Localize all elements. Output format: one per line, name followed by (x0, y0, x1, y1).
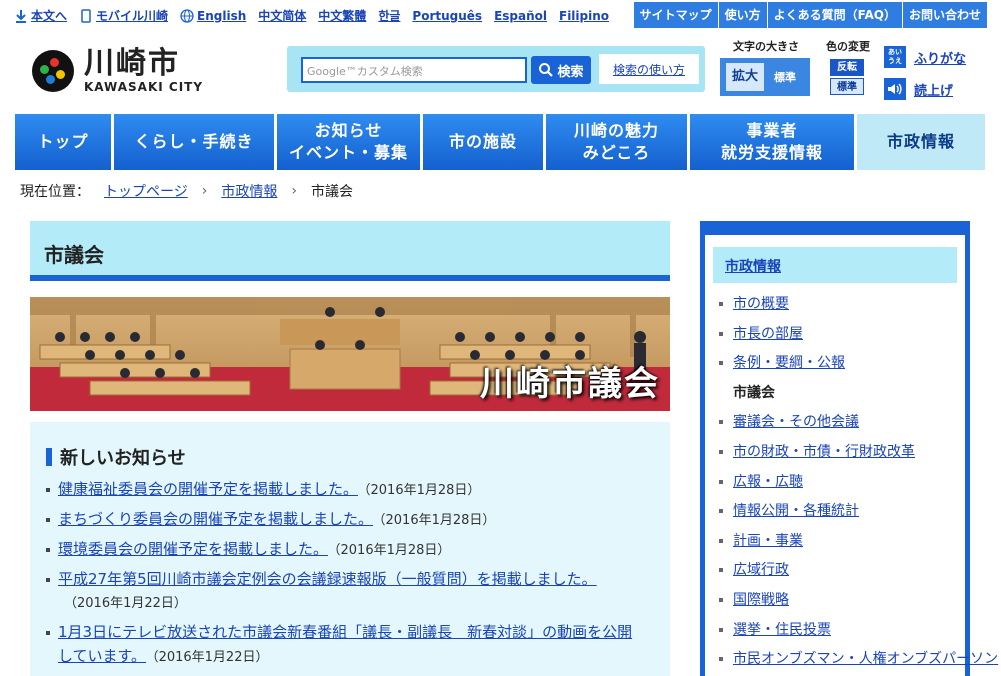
sidebar-item[interactable]: 市長の部屋 (717, 323, 965, 353)
text-size-label: 文字の大きさ (733, 40, 799, 53)
news-section: 新しいお知らせ 健康福祉委員会の開催予定を掲載しました。 （2016年1月28日）… (30, 422, 670, 676)
color-standard-button[interactable]: 標準 (830, 78, 864, 95)
sidebar-item-current: 市議会 (733, 384, 775, 401)
nav-attractions[interactable]: 川崎の魅力 みどころ (546, 114, 687, 170)
utility-bar: 本文へ モバイル川崎 English 中文简体 中文繁體 한글 Portuguê… (0, 0, 1001, 30)
sidebar-item[interactable]: 市民オンブズマン・人権オンブズパーソン (717, 648, 998, 676)
news-date: （2016年1月28日） (364, 483, 481, 498)
download-icon (16, 9, 26, 23)
breadcrumb-city-government[interactable]: 市政情報 (221, 181, 277, 201)
spanish-link[interactable]: Español (494, 7, 547, 24)
search-icon (539, 63, 554, 77)
howto-button[interactable]: 使い方 (717, 2, 767, 28)
page-title: 市議会 (30, 221, 670, 281)
site-logo[interactable]: 川崎市 KAWASAKI CITY (32, 48, 203, 94)
news-link[interactable]: 1月3日にテレビ放送された市議会新春番組「議長・副議長 新春対談」の動画を公開し… (58, 623, 632, 665)
sidebar-item[interactable]: 市の概要 (717, 293, 965, 323)
color-invert-button[interactable]: 反転 (830, 59, 864, 76)
city-emblem-icon (32, 50, 74, 92)
text-larger-button[interactable]: 拡大 (726, 63, 764, 91)
sidebar-item[interactable]: 選挙・住民投票 (717, 619, 965, 649)
news-date: （2016年1月28日） (379, 513, 496, 528)
nav-living[interactable]: くらし・手続き (114, 114, 274, 170)
sidebar-heading[interactable]: 市政情報 (713, 247, 957, 283)
speaker-icon (884, 78, 906, 100)
sidebar-item[interactable]: 広報・広聴 (717, 471, 965, 501)
sidebar-item[interactable]: 計画・事業 (717, 530, 965, 560)
news-item: 平成27年第5回川崎市議会定例会の会議録速報版（一般質問）を掲載しました。 （20… (46, 568, 636, 615)
search-button[interactable]: 検索 (531, 56, 591, 84)
utility-links: 本文へ モバイル川崎 English 中文简体 中文繁體 한글 Portuguê… (14, 7, 621, 24)
breadcrumb-home[interactable]: トップページ (104, 181, 188, 201)
news-heading: 新しいお知らせ (46, 444, 654, 470)
sidebar-item[interactable]: 審議会・その他会議 (717, 411, 965, 441)
nav-business[interactable]: 事業者 就労支援情報 (690, 114, 854, 170)
logo-japanese: 川崎市 (84, 46, 180, 81)
sidebar: 市政情報 市の概要 市長の部屋 条例・要綱・公報 市議会 審議会・その他会議 市… (700, 221, 998, 676)
mobile-icon (81, 8, 91, 23)
news-date: （2016年1月28日） (334, 543, 451, 558)
news-item: 環境委員会の開催予定を掲載しました。 （2016年1月28日） (46, 538, 654, 562)
text-size-control: 文字の大きさ 拡大 標準 (720, 38, 812, 96)
color-change-control: 色の変更 反転 標準 (820, 38, 876, 95)
nav-news-events[interactable]: お知らせ イベント・募集 (277, 114, 420, 170)
nav-city-government[interactable]: 市政情報 (857, 114, 985, 170)
chinese-simplified-link[interactable]: 中文简体 (258, 7, 306, 24)
furigana-button[interactable]: あい うえ ふりがな (884, 46, 966, 68)
color-change-label: 色の変更 (826, 40, 870, 53)
news-link[interactable]: 平成27年第5回川崎市議会定例会の会議録速報版（一般質問）を掲載しました。 (58, 570, 597, 588)
breadcrumb-separator-icon: › (201, 183, 208, 199)
furigana-icon: あい うえ (884, 46, 906, 68)
sidebar-item[interactable]: 条例・要綱・公報 (717, 352, 965, 382)
search-help-link[interactable]: 検索の使い方 (599, 54, 699, 84)
news-link[interactable]: 環境委員会の開催予定を掲載しました。 (58, 540, 328, 558)
filipino-link[interactable]: Filipino (559, 7, 609, 24)
search-area: Google™カスタム検索 検索 検索の使い方 (287, 46, 705, 92)
breadcrumb: 現在位置： トップページ › 市政情報 › 市議会 (20, 181, 353, 201)
read-aloud-button[interactable]: 読上げ (884, 78, 966, 100)
korean-link[interactable]: 한글 (378, 7, 400, 24)
sidebar-list: 市の概要 市長の部屋 条例・要綱・公報 市議会 審議会・その他会議 市の財政・市… (705, 293, 998, 676)
utility-buttons: サイトマップ 使い方 よくある質問（FAQ） お問い合わせ (632, 2, 987, 28)
mobile-link[interactable]: モバイル川崎 (79, 7, 168, 24)
sidebar-item[interactable]: 広域行政 (717, 559, 965, 589)
english-link[interactable]: English (180, 7, 246, 24)
news-link[interactable]: 健康福祉委員会の開催予定を掲載しました。 (58, 480, 358, 498)
news-item: まちづくり委員会の開催予定を掲載しました。 （2016年1月28日） (46, 508, 654, 532)
breadcrumb-label: 現在位置： (20, 184, 90, 200)
sidebar-item[interactable]: 情報公開・各種統計 (717, 500, 965, 530)
news-item: 1月3日にテレビ放送された市議会新春番組「議長・副議長 新春対談」の動画を公開し… (46, 621, 636, 669)
global-nav: トップ くらし・手続き お知らせ イベント・募集 市の施設 川崎の魅力 みどころ 事… (15, 114, 985, 170)
text-standard-button[interactable]: 標準 (766, 69, 804, 85)
contact-button[interactable]: お問い合わせ (901, 2, 987, 28)
nav-facilities[interactable]: 市の施設 (423, 114, 543, 170)
news-link[interactable]: まちづくり委員会の開催予定を掲載しました。 (58, 510, 373, 528)
search-input[interactable]: Google™カスタム検索 (301, 57, 527, 83)
sitemap-button[interactable]: サイトマップ (632, 2, 718, 28)
news-date: （2016年1月22日） (152, 650, 269, 665)
breadcrumb-current: 市議会 (310, 184, 353, 200)
sidebar-item[interactable]: 国際戦略 (717, 589, 965, 619)
nav-top[interactable]: トップ (15, 114, 111, 170)
globe-icon (180, 8, 194, 23)
skip-to-content-link[interactable]: 本文へ (14, 7, 67, 24)
chinese-traditional-link[interactable]: 中文繁體 (318, 7, 366, 24)
assembly-banner-image: 川崎市議会 (30, 297, 670, 411)
news-date: （2016年1月22日） (64, 596, 187, 611)
news-list: 健康福祉委員会の開催予定を掲載しました。 （2016年1月28日） まちづくり委員… (46, 478, 654, 669)
breadcrumb-separator-icon: › (291, 183, 297, 199)
news-item: 健康福祉委員会の開催予定を掲載しました。 （2016年1月28日） (46, 478, 654, 502)
portuguese-link[interactable]: Português (412, 7, 482, 24)
heading-marker-icon (46, 448, 52, 466)
logo-english: KAWASAKI CITY (84, 80, 204, 94)
banner-caption: 川崎市議会 (480, 364, 660, 404)
sidebar-item[interactable]: 市の財政・市債・行財政改革 (717, 441, 965, 471)
accessibility-tools: あい うえ ふりがな 読上げ (884, 46, 966, 110)
faq-button[interactable]: よくある質問（FAQ） (766, 2, 902, 28)
